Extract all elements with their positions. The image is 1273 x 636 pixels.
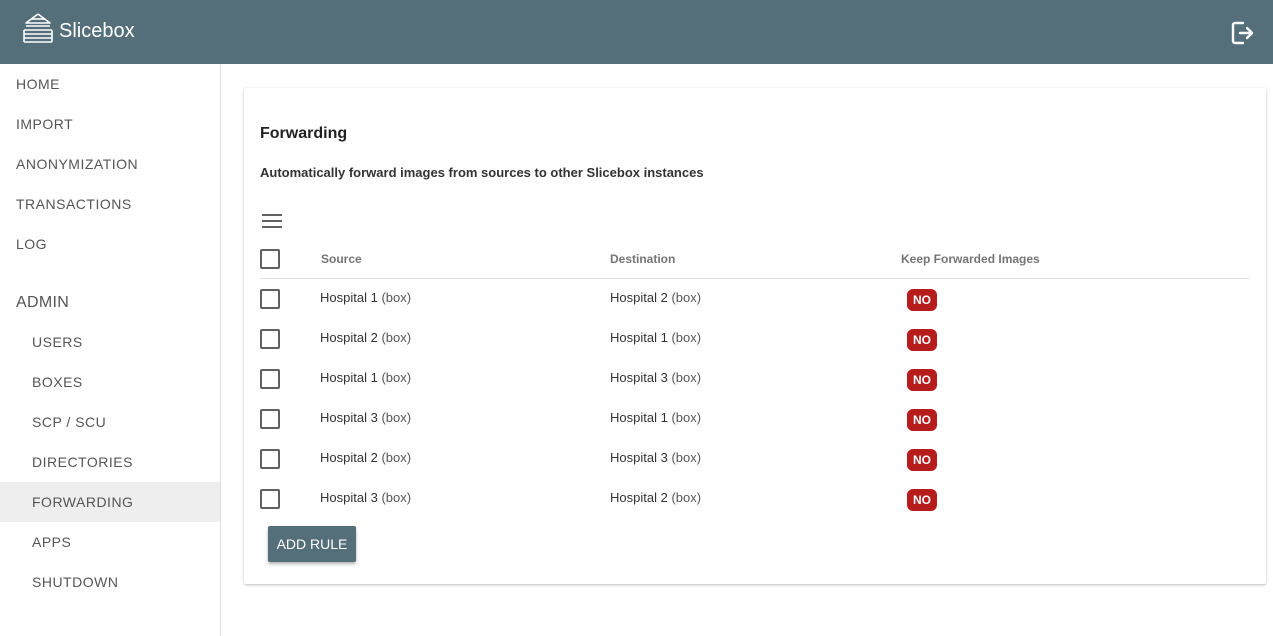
table-row[interactable]: Hospital 2 (box) Hospital 1 (box) NO xyxy=(260,319,1250,359)
source-cell: Hospital 3 (box) xyxy=(320,490,411,505)
table-row[interactable]: Hospital 1 (box) Hospital 2 (box) NO xyxy=(260,279,1250,319)
sidebar-item-home[interactable]: HOME xyxy=(0,64,220,104)
sidebar-item-users[interactable]: USERS xyxy=(0,322,220,362)
sidebar-item-import[interactable]: IMPORT xyxy=(0,104,220,144)
destination-cell: Hospital 2 (box) xyxy=(610,290,701,305)
row-checkbox[interactable] xyxy=(260,489,280,509)
column-header-destination[interactable]: Destination xyxy=(610,252,675,266)
table-row[interactable]: Hospital 2 (box) Hospital 3 (box) NO xyxy=(260,439,1250,479)
sidebar-item-directories[interactable]: DIRECTORIES xyxy=(0,442,220,482)
top-app-bar: Slicebox xyxy=(0,0,1273,64)
app-title: Slicebox xyxy=(59,19,135,42)
source-name: Hospital 1 xyxy=(320,290,378,305)
source-type: (box) xyxy=(381,410,412,425)
keep-images-badge: NO xyxy=(907,489,937,511)
sidebar-item-scp-scu[interactable]: SCP / SCU xyxy=(0,402,220,442)
sidebar-item-transactions[interactable]: TRANSACTIONS xyxy=(0,184,220,224)
row-checkbox[interactable] xyxy=(260,449,280,469)
source-type: (box) xyxy=(381,490,412,505)
select-all-checkbox[interactable] xyxy=(260,249,280,269)
table-header: Source Destination Keep Forwarded Images xyxy=(260,238,1250,279)
forwarding-rules-table: Source Destination Keep Forwarded Images… xyxy=(260,238,1250,519)
destination-cell: Hospital 3 (box) xyxy=(610,370,701,385)
sidebar-item-boxes[interactable]: BOXES xyxy=(0,362,220,402)
sidebar-item-anonymization[interactable]: ANONYMIZATION xyxy=(0,144,220,184)
source-name: Hospital 3 xyxy=(320,490,378,505)
keep-images-badge: NO xyxy=(907,329,937,351)
destination-name: Hospital 1 xyxy=(610,410,668,425)
sidebar: HOME IMPORT ANONYMIZATION TRANSACTIONS L… xyxy=(0,64,221,636)
source-type: (box) xyxy=(381,330,412,345)
keep-images-badge: NO xyxy=(907,449,937,471)
destination-type: (box) xyxy=(671,330,702,345)
source-cell: Hospital 1 (box) xyxy=(320,290,411,305)
destination-cell: Hospital 1 (box) xyxy=(610,410,701,425)
source-cell: Hospital 3 (box) xyxy=(320,410,411,425)
column-header-keep-forwarded-images[interactable]: Keep Forwarded Images xyxy=(901,252,1040,266)
keep-images-badge: NO xyxy=(907,369,937,391)
destination-cell: Hospital 2 (box) xyxy=(610,490,701,505)
sidebar-section-admin: ADMIN xyxy=(16,294,70,311)
hamburger-menu-icon[interactable] xyxy=(261,212,283,230)
table-row[interactable]: Hospital 3 (box) Hospital 1 (box) NO xyxy=(260,399,1250,439)
table-row[interactable]: Hospital 3 (box) Hospital 2 (box) NO xyxy=(260,479,1250,519)
destination-type: (box) xyxy=(671,450,702,465)
destination-type: (box) xyxy=(671,490,702,505)
brand[interactable]: Slicebox xyxy=(22,9,135,49)
source-cell: Hospital 2 (box) xyxy=(320,450,411,465)
source-type: (box) xyxy=(381,370,412,385)
page-description: Automatically forward images from source… xyxy=(260,165,704,180)
sidebar-item-log[interactable]: LOG xyxy=(0,224,220,264)
row-checkbox[interactable] xyxy=(260,369,280,389)
source-name: Hospital 1 xyxy=(320,370,378,385)
source-name: Hospital 3 xyxy=(320,410,378,425)
destination-name: Hospital 2 xyxy=(610,490,668,505)
row-checkbox[interactable] xyxy=(260,409,280,429)
logout-icon[interactable] xyxy=(1230,20,1256,46)
destination-type: (box) xyxy=(671,410,702,425)
row-checkbox[interactable] xyxy=(260,329,280,349)
sidebar-item-shutdown[interactable]: SHUTDOWN xyxy=(0,562,220,602)
source-type: (box) xyxy=(381,450,412,465)
page-title: Forwarding xyxy=(260,125,348,142)
destination-name: Hospital 3 xyxy=(610,370,668,385)
destination-name: Hospital 2 xyxy=(610,290,668,305)
destination-name: Hospital 3 xyxy=(610,450,668,465)
forwarding-card: Forwarding Automatically forward images … xyxy=(244,88,1266,584)
slicebox-logo-icon xyxy=(23,13,53,43)
destination-type: (box) xyxy=(671,370,702,385)
sidebar-item-forwarding[interactable]: FORWARDING xyxy=(0,482,220,522)
source-cell: Hospital 2 (box) xyxy=(320,330,411,345)
column-header-source[interactable]: Source xyxy=(321,252,362,266)
source-name: Hospital 2 xyxy=(320,330,378,345)
table-row[interactable]: Hospital 1 (box) Hospital 3 (box) NO xyxy=(260,359,1250,399)
add-rule-button[interactable]: ADD RULE xyxy=(268,526,356,562)
destination-cell: Hospital 1 (box) xyxy=(610,330,701,345)
sidebar-item-apps[interactable]: APPS xyxy=(0,522,220,562)
keep-images-badge: NO xyxy=(907,409,937,431)
destination-type: (box) xyxy=(671,290,702,305)
keep-images-badge: NO xyxy=(907,289,937,311)
source-type: (box) xyxy=(381,290,412,305)
destination-name: Hospital 1 xyxy=(610,330,668,345)
destination-cell: Hospital 3 (box) xyxy=(610,450,701,465)
row-checkbox[interactable] xyxy=(260,289,280,309)
source-name: Hospital 2 xyxy=(320,450,378,465)
source-cell: Hospital 1 (box) xyxy=(320,370,411,385)
